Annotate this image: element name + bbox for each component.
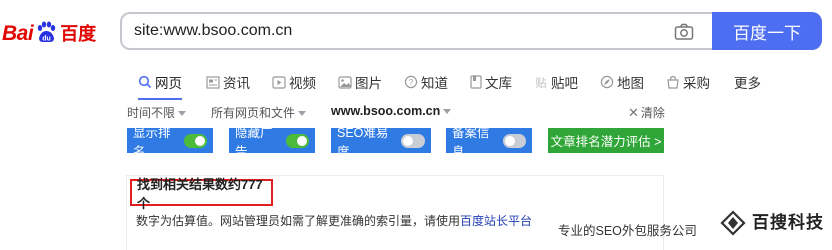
tab-map[interactable]: 地图 bbox=[600, 72, 644, 92]
news-icon bbox=[206, 75, 220, 89]
tag-label: 备案信息 bbox=[452, 125, 490, 159]
tab-wenku[interactable]: 文库 bbox=[470, 72, 512, 92]
toggle-switch[interactable] bbox=[401, 133, 425, 148]
time-filter[interactable]: 时间不限 bbox=[127, 104, 187, 121]
tag-hide-ads[interactable]: 隐藏广告 bbox=[229, 126, 315, 159]
chevron-down-icon bbox=[443, 109, 452, 114]
search-box[interactable]: site:www.bsoo.com.cn bbox=[120, 12, 712, 50]
tab-web[interactable]: 网页 bbox=[138, 72, 182, 100]
camera-icon[interactable] bbox=[674, 23, 694, 46]
filetype-filter-label: 所有网页和文件 bbox=[211, 106, 296, 120]
tab-label: 知道 bbox=[421, 76, 448, 91]
chevron-down-icon bbox=[178, 110, 187, 116]
image-icon bbox=[338, 75, 352, 89]
toggle-switch[interactable] bbox=[502, 133, 526, 148]
toggle-switch[interactable] bbox=[183, 133, 207, 148]
brand-logo-icon bbox=[720, 210, 746, 236]
filetype-filter[interactable]: 所有网页和文件 bbox=[211, 104, 307, 121]
search-icon bbox=[138, 75, 152, 89]
tab-zhidao[interactable]: ? 知道 bbox=[404, 72, 448, 92]
tab-label: 采购 bbox=[683, 76, 710, 91]
search-button[interactable]: 百度一下 bbox=[712, 12, 822, 50]
question-icon: ? bbox=[404, 75, 418, 89]
tab-label: 资讯 bbox=[223, 76, 250, 91]
site-filter-label: www.bsoo.com.cn bbox=[331, 104, 441, 118]
watermark-logo: 百搜科技 bbox=[720, 210, 824, 236]
logo-text-du: du bbox=[42, 35, 51, 42]
baidu-logo[interactable]: Bai du 百度 bbox=[2, 21, 97, 48]
tab-news[interactable]: 资讯 bbox=[206, 72, 250, 92]
tab-video[interactable]: 视频 bbox=[272, 72, 316, 92]
svg-text:?: ? bbox=[409, 78, 414, 87]
chevron-down-icon bbox=[298, 110, 307, 116]
logo-text-cn: 百度 bbox=[60, 24, 97, 44]
watermark-brand: 百搜科技 bbox=[752, 213, 824, 232]
tab-more[interactable]: 更多 bbox=[734, 72, 761, 92]
tag-icp-info[interactable]: 备案信息 bbox=[446, 126, 532, 159]
tab-label: 视频 bbox=[289, 76, 316, 91]
tag-label: 显示排名 bbox=[133, 125, 171, 159]
map-icon bbox=[600, 75, 614, 89]
webmaster-platform-link[interactable]: 百度站长平台 bbox=[460, 214, 532, 228]
video-icon bbox=[272, 75, 286, 89]
result-note: 数字为估算值。网站管理员如需了解更准确的索引量，请使用百度站长平台 bbox=[136, 212, 532, 229]
tab-label: 文库 bbox=[485, 76, 512, 91]
paw-icon: du bbox=[35, 21, 57, 48]
toggle-switch[interactable] bbox=[285, 133, 309, 148]
svg-text:贴: 贴 bbox=[536, 76, 547, 90]
search-input[interactable]: site:www.bsoo.com.cn bbox=[134, 22, 292, 40]
tab-tieba[interactable]: 贴 贴吧 bbox=[534, 72, 579, 92]
bag-icon bbox=[667, 75, 679, 89]
tab-images[interactable]: 图片 bbox=[338, 72, 382, 92]
note-text: 数字为估算值。网站管理员如需了解更准确的索引量，请使用 bbox=[136, 214, 461, 228]
clear-filters-button[interactable]: ✕ 清除 bbox=[628, 104, 665, 121]
clear-label: 清除 bbox=[640, 106, 665, 120]
tab-label: 贴吧 bbox=[551, 76, 578, 91]
logo-text-bai: Bai bbox=[2, 22, 34, 45]
tab-purchase[interactable]: 采购 bbox=[666, 72, 710, 92]
tab-label: 图片 bbox=[355, 76, 382, 91]
doc-icon bbox=[470, 75, 482, 89]
tag-label: SEO难易度 bbox=[337, 125, 389, 159]
tab-label: 地图 bbox=[617, 76, 644, 91]
tag-seo-difficulty[interactable]: SEO难易度 bbox=[331, 126, 431, 159]
tab-label: 网页 bbox=[155, 76, 182, 91]
search-tabs: 网页 资讯 视频 图片 ? 知道 文库 贴 贴吧 地图 采购 更多 bbox=[138, 64, 761, 100]
close-icon: ✕ bbox=[628, 104, 639, 120]
tab-label: 更多 bbox=[734, 76, 761, 91]
tag-label: 隐藏广告 bbox=[235, 125, 273, 159]
watermark-text: 专业的SEO外包服务公司 bbox=[558, 224, 697, 238]
time-filter-label: 时间不限 bbox=[127, 106, 176, 120]
rank-potential-button[interactable]: 文章排名潜力评估 > bbox=[548, 128, 664, 153]
result-count: 找到相关结果数约777个 bbox=[130, 177, 273, 211]
tag-show-rank[interactable]: 显示排名 bbox=[127, 126, 213, 159]
site-filter[interactable]: www.bsoo.com.cn bbox=[331, 104, 452, 118]
tieba-icon: 贴 bbox=[536, 76, 547, 90]
